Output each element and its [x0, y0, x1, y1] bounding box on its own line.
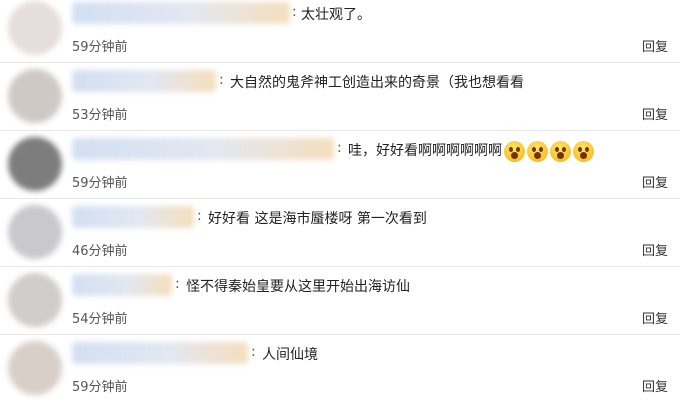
comment-text: 怪不得秦始皇要从这里开始出海访仙 [186, 279, 410, 295]
comment-item: : 太壮观了。 59分钟前 回复 [0, 0, 680, 63]
username[interactable] [72, 342, 248, 364]
reply-button[interactable]: 回复 [642, 240, 668, 259]
surprised-face-icon [550, 140, 571, 162]
avatar[interactable] [8, 205, 62, 259]
comment-text: 大自然的鬼斧神工创造出来的奇景（我也想看看 [230, 75, 524, 91]
reply-button[interactable]: 回复 [642, 172, 668, 191]
comment-text: 人间仙境 [262, 347, 318, 363]
surprised-face-icon [573, 140, 594, 162]
username[interactable] [72, 206, 194, 228]
comment-text: 哇，好好看啊啊啊啊啊啊 [348, 140, 596, 162]
comment-time: 53分钟前 [72, 108, 128, 123]
reply-button[interactable]: 回复 [642, 104, 668, 123]
avatar[interactable] [8, 341, 62, 395]
reply-button[interactable]: 回复 [642, 36, 668, 55]
avatar[interactable] [8, 1, 62, 55]
surprised-face-icon [504, 140, 525, 162]
comment-text: 太壮观了。 [301, 7, 371, 23]
comment-time: 59分钟前 [72, 176, 128, 191]
comment-time: 59分钟前 [72, 40, 128, 55]
colon-separator: : [219, 72, 224, 88]
colon-separator: : [337, 140, 342, 156]
emoji-row [504, 140, 596, 162]
comment-text: 好好看 这是海市蜃楼呀 第一次看到 [208, 211, 427, 227]
comment-item: : 人间仙境 59分钟前 回复 [0, 335, 680, 410]
reply-button[interactable]: 回复 [642, 308, 668, 327]
colon-separator: : [251, 344, 256, 360]
avatar[interactable] [8, 69, 62, 123]
surprised-face-icon [527, 140, 548, 162]
avatar[interactable] [8, 273, 62, 327]
comment-item: : 怪不得秦始皇要从这里开始出海访仙 54分钟前 回复 [0, 267, 680, 335]
comment-text-body: 哇，好好看啊啊啊啊啊啊 [348, 143, 502, 159]
avatar[interactable] [8, 137, 62, 191]
colon-separator: : [197, 208, 202, 224]
comment-item: : 大自然的鬼斧神工创造出来的奇景（我也想看看 53分钟前 回复 [0, 63, 680, 131]
username[interactable] [72, 138, 334, 160]
colon-separator: : [175, 276, 180, 292]
comment-time: 54分钟前 [72, 312, 128, 327]
comment-item: : 哇，好好看啊啊啊啊啊啊 59分钟前 回复 [0, 131, 680, 199]
reply-button[interactable]: 回复 [642, 376, 668, 395]
comment-time: 59分钟前 [72, 380, 128, 395]
username[interactable] [72, 70, 216, 92]
colon-separator: : [292, 4, 297, 20]
comment-item: : 好好看 这是海市蜃楼呀 第一次看到 46分钟前 回复 [0, 199, 680, 267]
username[interactable] [72, 2, 290, 24]
username[interactable] [72, 274, 172, 296]
comment-time: 46分钟前 [72, 244, 128, 259]
